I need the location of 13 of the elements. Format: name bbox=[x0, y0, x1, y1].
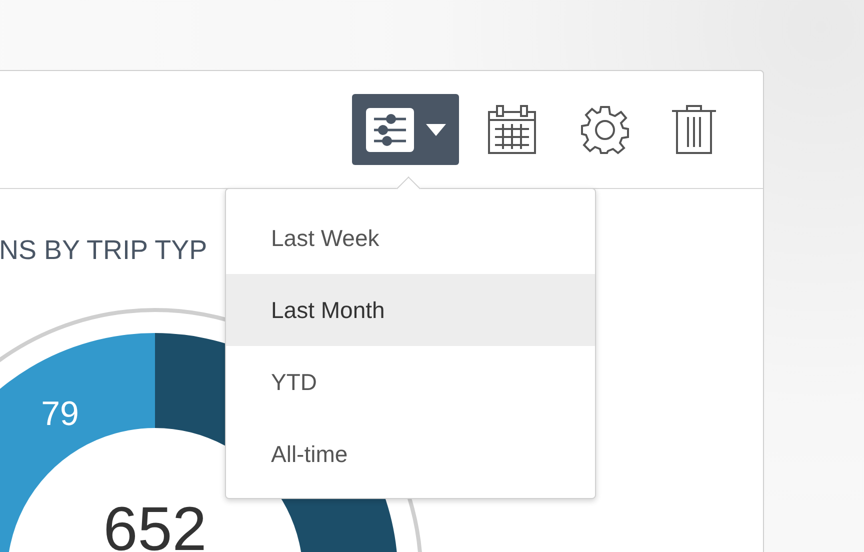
menu-item[interactable]: YTD bbox=[226, 346, 595, 418]
chart-title: NS BY TRIP TYP bbox=[0, 234, 208, 266]
segment-value: 79 bbox=[41, 395, 79, 433]
menu-item[interactable]: All-time bbox=[226, 418, 595, 490]
donut-total: 652 bbox=[103, 495, 207, 552]
settings-icon[interactable] bbox=[580, 104, 630, 154]
caret-icon bbox=[426, 124, 446, 136]
menu-item[interactable]: Last Week bbox=[226, 202, 595, 274]
calendar-icon[interactable] bbox=[487, 104, 537, 154]
menu-item[interactable]: Last Month bbox=[226, 274, 595, 346]
trash-icon[interactable] bbox=[671, 104, 717, 154]
sliders-icon bbox=[366, 108, 414, 152]
filter-dropdown-button[interactable] bbox=[352, 94, 459, 165]
